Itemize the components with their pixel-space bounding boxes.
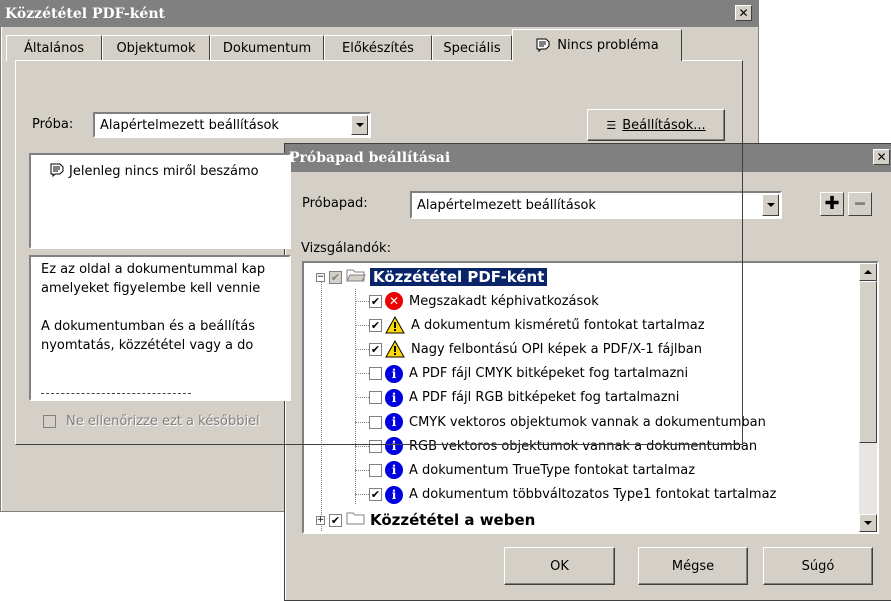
- tree-group-web[interactable]: + ✔ Közzététel a weben: [316, 508, 535, 532]
- expand-icon[interactable]: +: [316, 515, 325, 525]
- ok-button[interactable]: OK: [504, 547, 615, 585]
- status-box: Jelenleg nincs miről beszámo: [29, 153, 291, 249]
- description-partial-line: [41, 393, 191, 394]
- scroll-down-button[interactable]: [859, 514, 877, 532]
- cancel-button-label: Mégse: [671, 558, 715, 574]
- dont-check-checkbox[interactable]: [43, 415, 56, 428]
- publish-pdf-titlebar: Közzététel PDF-ként ✕: [1, 1, 758, 27]
- check-item-checkbox[interactable]: ✔: [369, 488, 382, 502]
- info-icon: i: [385, 461, 403, 480]
- tab-general-label: Általános: [23, 41, 85, 56]
- chevron-down-icon[interactable]: [351, 115, 368, 135]
- publish-pdf-title: Közzététel PDF-ként: [5, 6, 165, 22]
- minus-icon: ━: [855, 194, 865, 213]
- close-icon: ✕: [738, 6, 749, 20]
- report-icon: [535, 36, 551, 56]
- tree-line: [355, 494, 369, 496]
- check-item-label: A dokumentum TrueType fontokat tartalmaz: [409, 462, 696, 478]
- status-text: Jelenleg nincs miről beszámo: [69, 163, 259, 179]
- dont-check-label: Ne ellenőrizze ezt a későbbiel: [66, 414, 260, 429]
- settings-button[interactable]: ☰ Beállítások...: [587, 109, 725, 141]
- description-line: A dokumentumban és a beállítás: [41, 319, 255, 334]
- test-label: Próba:: [32, 117, 74, 132]
- help-button-label: Súgó: [801, 558, 835, 574]
- tab-special-label: Speciális: [443, 41, 501, 56]
- report-icon: [49, 161, 65, 181]
- settings-list-icon: ☰: [606, 118, 617, 132]
- check-item-checkbox[interactable]: [369, 463, 382, 477]
- test-select[interactable]: Alapértelmezett beállítások: [93, 112, 371, 138]
- test-select-value: Alapértelmezett beállítások: [100, 117, 279, 133]
- add-profile-button[interactable]: ✚: [820, 192, 844, 216]
- ok-button-label: OK: [550, 558, 569, 574]
- tab-special[interactable]: Speciális: [432, 35, 512, 61]
- settings-button-label: Beállítások...: [622, 117, 706, 133]
- tab-preparation[interactable]: Előkészítés: [324, 35, 432, 61]
- tab-objects[interactable]: Objektumok: [102, 35, 210, 61]
- description-box: Ez az oldal a dokumentummal kap amelyeke…: [29, 255, 291, 401]
- tab-no-problem-label: Nincs probléma: [557, 38, 659, 53]
- scroll-up-button[interactable]: [859, 263, 877, 281]
- plus-icon: ✚: [824, 193, 840, 214]
- tab-document[interactable]: Dokumentum: [210, 35, 324, 61]
- description-line: Ez az oldal a dokumentummal kap: [41, 262, 266, 277]
- chevron-down-icon[interactable]: [762, 194, 779, 216]
- info-icon: i: [385, 485, 403, 504]
- cancel-button[interactable]: Mégse: [638, 547, 748, 585]
- tab-objects-label: Objektumok: [116, 41, 196, 56]
- remove-profile-button[interactable]: ━: [848, 192, 872, 216]
- help-button[interactable]: Súgó: [763, 547, 873, 585]
- tree-line: [355, 469, 369, 471]
- close-button[interactable]: ✕: [735, 5, 752, 21]
- folder-closed-icon: [346, 510, 366, 530]
- tree-line: [355, 445, 369, 447]
- tab-document-label: Dokumentum: [222, 41, 312, 56]
- dont-check-option[interactable]: Ne ellenőrizze ezt a későbbiel: [43, 414, 260, 429]
- group-label: Közzététel a weben: [370, 511, 536, 529]
- tab-no-problem[interactable]: Nincs probléma: [512, 29, 682, 61]
- check-item[interactable]: ✔ i A dokumentum többváltozatos Type1 font…: [355, 483, 776, 507]
- scroll-up-icon: [864, 270, 872, 274]
- scroll-down-icon: [864, 521, 872, 525]
- check-item-label: A dokumentum többváltozatos Type1 fontok…: [409, 487, 777, 503]
- tab-general[interactable]: Általános: [6, 35, 102, 61]
- group-checkbox[interactable]: ✔: [329, 513, 342, 527]
- close-icon: ✕: [876, 150, 887, 164]
- scroll-thumb[interactable]: [859, 281, 877, 443]
- close-button[interactable]: ✕: [873, 149, 890, 165]
- tab-preparation-label: Előkészítés: [342, 41, 414, 56]
- description-line: nyomtatás, közzététel vagy a do: [41, 338, 254, 353]
- publish-pdf-dialog: Közzététel PDF-ként ✕ Általános Objektum…: [0, 0, 759, 512]
- description-line: amelyeket figyelembe kell vennie: [41, 281, 261, 296]
- scrollbar[interactable]: [859, 263, 877, 532]
- check-item[interactable]: i A dokumentum TrueType fontokat tartalma…: [355, 458, 695, 482]
